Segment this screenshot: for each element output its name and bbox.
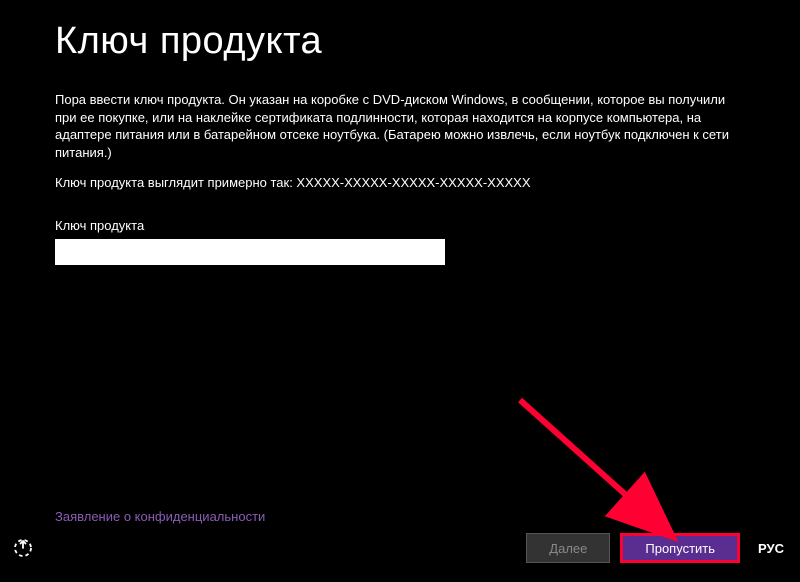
skip-button[interactable]: Пропустить — [620, 533, 740, 563]
description-text: Пора ввести ключ продукта. Он указан на … — [55, 91, 745, 161]
next-button: Далее — [526, 533, 610, 563]
product-key-input[interactable] — [55, 239, 445, 265]
page-title: Ключ продукта — [55, 20, 745, 63]
key-format-text: Ключ продукта выглядит примерно так: XXX… — [55, 175, 745, 190]
product-key-label: Ключ продукта — [55, 218, 745, 233]
privacy-link[interactable]: Заявление о конфиденциальности — [55, 509, 265, 524]
ease-of-access-icon[interactable] — [10, 535, 36, 561]
language-indicator[interactable]: РУС — [758, 541, 784, 556]
